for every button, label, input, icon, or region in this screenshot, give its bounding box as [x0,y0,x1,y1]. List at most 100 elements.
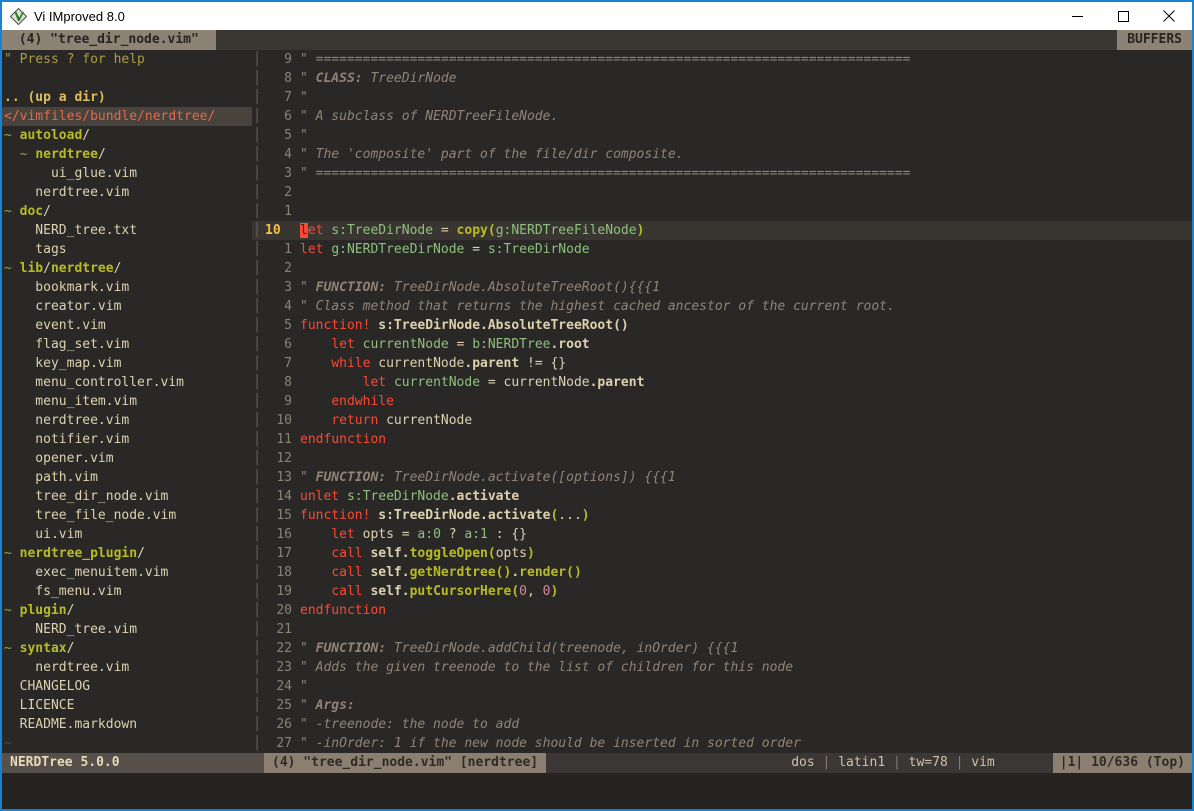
tree-item[interactable]: menu_controller.vim [2,373,252,392]
tree-item[interactable]: ~ nerdtree_plugin/ [2,544,252,563]
text-token: " The 'composite' part of the file/dir c… [300,147,684,162]
tree-item[interactable]: ~ lib/nerdtree/ [2,259,252,278]
tree-item[interactable]: .. (up a dir) [2,88,252,107]
tree-item[interactable]: ~ [2,734,252,753]
text-token: nerdtree [51,261,114,276]
text-token: / [67,641,75,656]
tree-item[interactable]: ~ doc/ [2,202,252,221]
text-token: CLASS: [316,71,363,86]
code-line[interactable]: │8 let currentNode = currentNode.parent [252,373,1192,392]
code-line[interactable]: │11endfunction [252,430,1192,449]
code-line[interactable]: │5function! s:TreeDirNode.AbsoluteTreeRo… [252,316,1192,335]
code-line[interactable]: │27" -inOrder: 1 if the new node should … [252,734,1192,753]
close-button[interactable] [1146,2,1192,30]
text-token: .activate [449,489,519,504]
code-line[interactable]: │9 endwhile [252,392,1192,411]
text-token: nerdtree.vim [4,660,129,675]
tree-item[interactable]: notifier.vim [2,430,252,449]
text-token: nerdtree_plugin [20,546,137,561]
code-line[interactable]: │20endfunction [252,601,1192,620]
code-line[interactable]: │23" Adds the given treenode to the list… [252,658,1192,677]
text-token: " [300,679,308,694]
code-line[interactable]: │10 return currentNode [252,411,1192,430]
tree-item[interactable]: key_map.vim [2,354,252,373]
code-line[interactable]: │18 call self.getNerdtree().render() [252,563,1192,582]
window-separator: │ [252,107,262,126]
tree-item[interactable]: tags [2,240,252,259]
tree-item[interactable]: ~ syntax/ [2,639,252,658]
code-line[interactable]: │25" Args: [252,696,1192,715]
statusline-position: |1| 10/636 (Top) [1053,753,1192,773]
code-line[interactable]: │7 while currentNode.parent != {} [252,354,1192,373]
tree-item[interactable]: tree_dir_node.vim [2,487,252,506]
code-line[interactable]: │7" [252,88,1192,107]
code-text [294,202,300,221]
code-line[interactable]: │1let g:NERDTreeDirNode = s:TreeDirNode [252,240,1192,259]
tree-item[interactable]: ui_glue.vim [2,164,252,183]
window-separator: │ [252,658,262,677]
code-line[interactable]: │6" A subclass of NERDTreeFileNode. [252,107,1192,126]
tree-item[interactable]: nerdtree.vim [2,411,252,430]
tree-item[interactable]: opener.vim [2,449,252,468]
code-line[interactable]: │4" Class method that returns the highes… [252,297,1192,316]
tree-item[interactable]: bookmark.vim [2,278,252,297]
line-number: 20 [262,601,294,620]
tree-item[interactable]: ui.vim [2,525,252,544]
tree-item[interactable]: CHANGELOG [2,677,252,696]
code-line[interactable]: │9" ====================================… [252,50,1192,69]
code-line[interactable]: │1 [252,202,1192,221]
maximize-button[interactable] [1100,2,1146,30]
code-line[interactable]: │2 [252,259,1192,278]
code-line[interactable]: │21 [252,620,1192,639]
tree-item[interactable]: creator.vim [2,297,252,316]
code-line[interactable]: │12 [252,449,1192,468]
code-line[interactable]: │14unlet s:TreeDirNode.activate [252,487,1192,506]
code-line[interactable]: │3" ====================================… [252,164,1192,183]
code-line[interactable]: │24" [252,677,1192,696]
tree-root-item[interactable]: </vimfiles/bundle/nerdtree/ [2,107,252,126]
tree-item[interactable]: exec_menuitem.vim [2,563,252,582]
code-line[interactable]: │6 let currentNode = b:NERDTree.root [252,335,1192,354]
text-token [300,527,331,542]
tree-item[interactable]: fs_menu.vim [2,582,252,601]
tree-item[interactable]: path.vim [2,468,252,487]
minimize-button[interactable] [1054,2,1100,30]
code-line[interactable]: │19 call self.putCursorHere(0, 0) [252,582,1192,601]
code-line-current[interactable]: │10let s:TreeDirNode = copy(g:NERDTreeFi… [252,221,1192,240]
tree-item[interactable]: LICENCE [2,696,252,715]
code-line[interactable]: │3" FUNCTION: TreeDirNode.AbsoluteTreeRo… [252,278,1192,297]
tree-item[interactable]: ~ autoload/ [2,126,252,145]
code-line[interactable]: │8" CLASS: TreeDirNode [252,69,1192,88]
code-line[interactable]: │16 let opts = a:0 ? a:1 : {} [252,525,1192,544]
editor-buffer[interactable]: │9" ====================================… [252,50,1192,753]
tree-item[interactable]: tree_file_node.vim [2,506,252,525]
code-line[interactable]: │15function! s:TreeDirNode.activate(...) [252,506,1192,525]
tree-item[interactable]: nerdtree.vim [2,658,252,677]
code-line[interactable]: │4" The 'composite' part of the file/dir… [252,145,1192,164]
tree-item[interactable]: menu_item.vim [2,392,252,411]
code-text: " -treenode: the node to add [294,715,519,734]
gvim-window: Vi IMproved 8.0 (4) "tree_dir_node.vim" … [0,0,1194,811]
text-token: .parent [590,375,645,390]
tree-item[interactable]: NERD_tree.vim [2,620,252,639]
tree-item[interactable]: ~ nerdtree/ [2,145,252,164]
text-token: fs_menu.vim [4,584,121,599]
code-line[interactable]: │26" -treenode: the node to add [252,715,1192,734]
tab-tree-dir-node[interactable]: (4) "tree_dir_node.vim" [2,30,216,50]
window-separator: │ [252,240,262,259]
code-line[interactable]: │22" FUNCTION: TreeDirNode.addChild(tree… [252,639,1192,658]
tree-item[interactable]: nerdtree.vim [2,183,252,202]
tree-item[interactable]: " Press ? for help [2,50,252,69]
tree-item[interactable]: README.markdown [2,715,252,734]
tree-item[interactable]: flag_set.vim [2,335,252,354]
code-line[interactable]: │5" [252,126,1192,145]
tree-item[interactable]: NERD_tree.txt [2,221,252,240]
tree-item[interactable]: event.vim [2,316,252,335]
command-line[interactable] [2,773,1192,809]
window-separator: │ [252,164,262,183]
nerdtree-panel[interactable]: " Press ? for help .. (up a dir)</vimfile… [2,50,252,753]
code-line[interactable]: │13" FUNCTION: TreeDirNode.activate([opt… [252,468,1192,487]
code-line[interactable]: │2 [252,183,1192,202]
tree-item[interactable]: ~ plugin/ [2,601,252,620]
code-line[interactable]: │17 call self.toggleOpen(opts) [252,544,1192,563]
